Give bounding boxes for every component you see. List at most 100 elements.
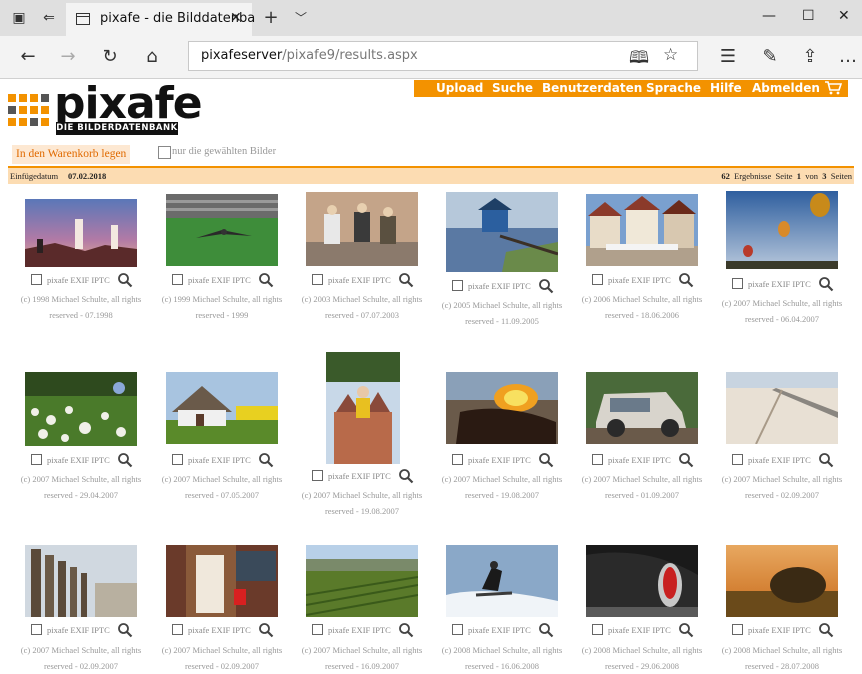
select-image-checkbox[interactable] bbox=[312, 470, 323, 481]
thumbnail-image[interactable] bbox=[166, 372, 278, 444]
favorite-star-icon[interactable]: ☆ bbox=[663, 45, 678, 65]
select-image-checkbox[interactable] bbox=[172, 624, 183, 635]
select-image-checkbox[interactable] bbox=[732, 278, 743, 289]
tab-actions-icon[interactable]: ▣ bbox=[10, 9, 28, 27]
set-tabs-aside-icon[interactable]: ⇐ bbox=[40, 9, 58, 27]
zoom-magnifier-icon[interactable] bbox=[538, 452, 554, 468]
image-links[interactable]: pixafe EXIF IPTC bbox=[328, 471, 391, 481]
zoom-magnifier-icon[interactable] bbox=[117, 622, 133, 638]
select-image-checkbox[interactable] bbox=[312, 274, 323, 285]
zoom-magnifier-icon[interactable] bbox=[818, 452, 834, 468]
home-icon[interactable]: ⌂ bbox=[140, 45, 164, 69]
zoom-magnifier-icon[interactable] bbox=[398, 468, 414, 484]
image-links[interactable]: pixafe EXIF IPTC bbox=[748, 455, 811, 465]
select-image-checkbox[interactable] bbox=[172, 454, 183, 465]
select-image-checkbox[interactable] bbox=[31, 274, 42, 285]
select-image-checkbox[interactable] bbox=[732, 454, 743, 465]
close-window-icon[interactable]: ✕ bbox=[838, 8, 850, 24]
address-input[interactable]: pixafeserver/pixafe9/results.aspx 🕮 ☆ bbox=[188, 41, 698, 71]
pixafe-logo[interactable]: pixafe DIE BILDERDATENBANK bbox=[8, 80, 203, 140]
image-links[interactable]: pixafe EXIF IPTC bbox=[188, 275, 251, 285]
select-image-checkbox[interactable] bbox=[452, 280, 463, 291]
select-image-checkbox[interactable] bbox=[452, 454, 463, 465]
image-links[interactable]: pixafe EXIF IPTC bbox=[748, 279, 811, 289]
thumbnail-image[interactable] bbox=[25, 545, 137, 617]
thumbnail-image[interactable] bbox=[726, 191, 838, 269]
image-links[interactable]: pixafe EXIF IPTC bbox=[608, 625, 671, 635]
pen-notes-icon[interactable]: ✎ bbox=[758, 45, 782, 69]
maximize-icon[interactable]: ☐ bbox=[802, 8, 815, 24]
image-links[interactable]: pixafe EXIF IPTC bbox=[47, 455, 110, 465]
zoom-magnifier-icon[interactable] bbox=[818, 622, 834, 638]
zoom-magnifier-icon[interactable] bbox=[117, 452, 133, 468]
minimize-icon[interactable]: — bbox=[762, 8, 776, 24]
zoom-magnifier-icon[interactable] bbox=[398, 622, 414, 638]
menu-upload[interactable]: Upload bbox=[436, 80, 483, 97]
new-tab-icon[interactable]: + bbox=[262, 9, 280, 27]
zoom-magnifier-icon[interactable] bbox=[258, 452, 274, 468]
thumbnail-image[interactable] bbox=[25, 199, 137, 267]
thumbnail-image[interactable] bbox=[25, 372, 137, 446]
thumbnail-image[interactable] bbox=[446, 372, 558, 444]
image-links[interactable]: pixafe EXIF IPTC bbox=[468, 281, 531, 291]
thumbnail-image[interactable] bbox=[726, 545, 838, 617]
thumbnail-image[interactable] bbox=[586, 372, 698, 444]
image-links[interactable]: pixafe EXIF IPTC bbox=[748, 625, 811, 635]
reading-view-icon[interactable]: 🕮 bbox=[629, 45, 649, 74]
thumbnail-image[interactable] bbox=[446, 545, 558, 617]
menu-benutzerdaten[interactable]: Benutzerdaten bbox=[542, 80, 642, 97]
select-image-checkbox[interactable] bbox=[592, 624, 603, 635]
back-icon[interactable]: ← bbox=[16, 45, 40, 69]
zoom-magnifier-icon[interactable] bbox=[678, 452, 694, 468]
zoom-magnifier-icon[interactable] bbox=[258, 622, 274, 638]
zoom-magnifier-icon[interactable] bbox=[678, 272, 694, 288]
forward-icon[interactable]: → bbox=[56, 45, 80, 69]
select-image-checkbox[interactable] bbox=[592, 454, 603, 465]
add-to-cart-button[interactable]: In den Warenkorb legen bbox=[12, 145, 131, 164]
browser-tab[interactable]: pixafe - die Bilddatenba ✕ bbox=[66, 3, 255, 36]
image-links[interactable]: pixafe EXIF IPTC bbox=[47, 625, 110, 635]
image-links[interactable]: pixafe EXIF IPTC bbox=[188, 455, 251, 465]
more-menu-icon[interactable]: … bbox=[836, 45, 860, 69]
select-image-checkbox[interactable] bbox=[172, 274, 183, 285]
thumbnail-image[interactable] bbox=[326, 352, 400, 464]
image-links[interactable]: pixafe EXIF IPTC bbox=[328, 275, 391, 285]
image-links[interactable]: pixafe EXIF IPTC bbox=[608, 275, 671, 285]
thumbnail-image[interactable] bbox=[306, 545, 418, 617]
select-image-checkbox[interactable] bbox=[312, 624, 323, 635]
refresh-icon[interactable]: ↻ bbox=[98, 45, 122, 69]
thumbnail-image[interactable] bbox=[166, 194, 278, 266]
thumbnail-image[interactable] bbox=[726, 372, 838, 444]
image-links[interactable]: pixafe EXIF IPTC bbox=[47, 275, 110, 285]
close-tab-icon[interactable]: ✕ bbox=[230, 10, 242, 26]
menu-abmelden[interactable]: Abmelden bbox=[752, 80, 820, 97]
menu-hilfe[interactable]: Hilfe bbox=[710, 80, 742, 97]
menu-suche[interactable]: Suche bbox=[492, 80, 533, 97]
thumbnail-image[interactable] bbox=[586, 545, 698, 617]
thumbnail-image[interactable] bbox=[306, 192, 418, 266]
favorites-hub-icon[interactable]: ☰ bbox=[716, 45, 740, 69]
image-links[interactable]: pixafe EXIF IPTC bbox=[468, 625, 531, 635]
selected-only-checkbox[interactable] bbox=[158, 146, 171, 159]
thumbnail-image[interactable] bbox=[586, 194, 698, 266]
zoom-magnifier-icon[interactable] bbox=[117, 272, 133, 288]
select-image-checkbox[interactable] bbox=[31, 454, 42, 465]
image-links[interactable]: pixafe EXIF IPTC bbox=[188, 625, 251, 635]
zoom-magnifier-icon[interactable] bbox=[538, 622, 554, 638]
menu-sprache[interactable]: Sprache bbox=[646, 80, 701, 97]
zoom-magnifier-icon[interactable] bbox=[678, 622, 694, 638]
image-links[interactable]: pixafe EXIF IPTC bbox=[468, 455, 531, 465]
zoom-magnifier-icon[interactable] bbox=[538, 278, 554, 294]
image-links[interactable]: pixafe EXIF IPTC bbox=[328, 625, 391, 635]
select-image-checkbox[interactable] bbox=[732, 624, 743, 635]
select-image-checkbox[interactable] bbox=[452, 624, 463, 635]
thumbnail-image[interactable] bbox=[166, 545, 278, 617]
page-total[interactable]: 3 bbox=[822, 171, 826, 181]
page-current[interactable]: 1 bbox=[797, 171, 801, 181]
zoom-magnifier-icon[interactable] bbox=[818, 276, 834, 292]
zoom-magnifier-icon[interactable] bbox=[398, 272, 414, 288]
thumbnail-image[interactable] bbox=[446, 192, 558, 272]
image-links[interactable]: pixafe EXIF IPTC bbox=[608, 455, 671, 465]
chevron-down-icon[interactable]: ﹀ bbox=[292, 9, 310, 27]
share-icon[interactable]: ⇪ bbox=[798, 45, 822, 69]
